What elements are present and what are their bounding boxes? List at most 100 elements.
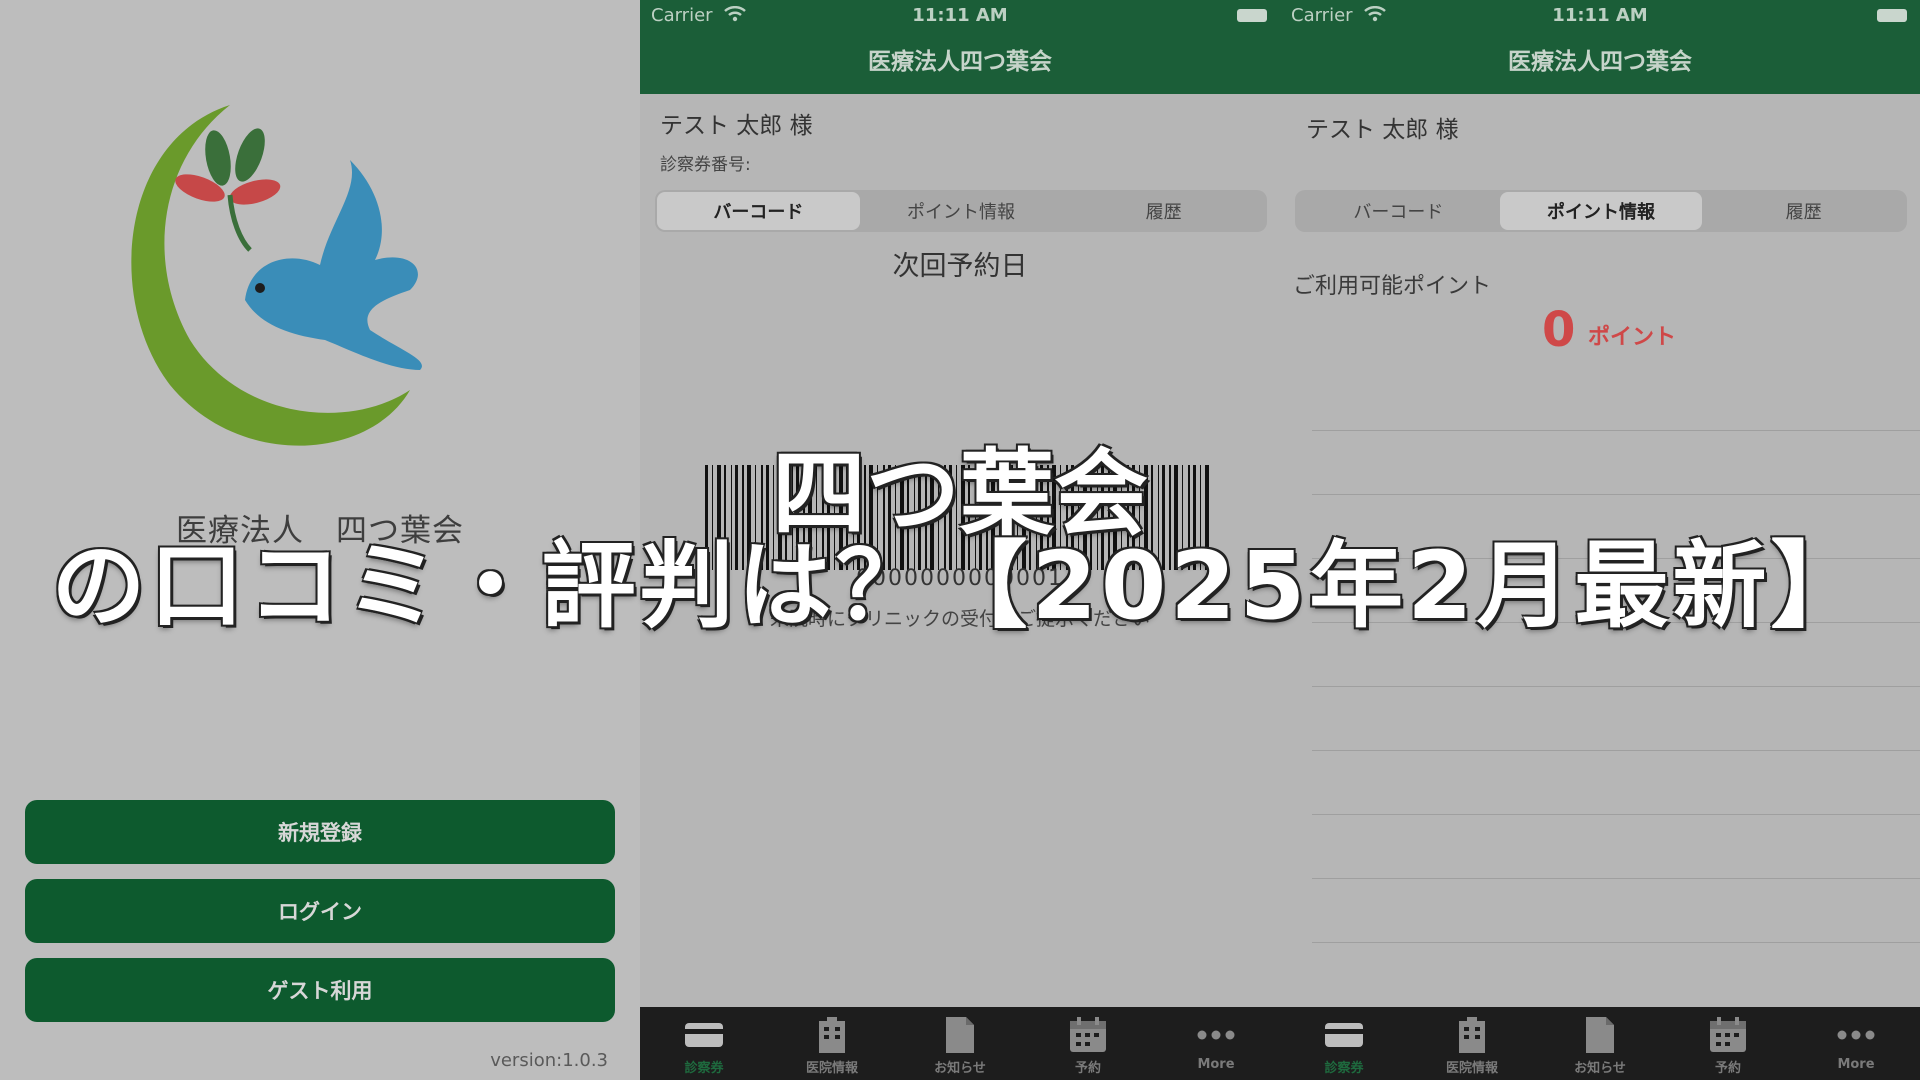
divider xyxy=(1312,494,1920,495)
barcode-stripe xyxy=(999,465,1000,570)
tab-card[interactable]: 診察券 xyxy=(640,1007,768,1080)
guest-button[interactable]: ゲスト利用 xyxy=(25,958,615,1022)
barcode-stripe xyxy=(1017,465,1018,570)
barcode-stripe xyxy=(761,465,763,570)
barcode-stripe xyxy=(1036,465,1037,570)
barcode-stripe xyxy=(1071,465,1074,570)
barcode-stripe xyxy=(1205,465,1209,570)
segment-history[interactable]: 履歴 xyxy=(1702,192,1905,230)
barcode-stripe xyxy=(808,465,812,570)
barcode-stripe xyxy=(1113,465,1117,570)
barcode-stripe xyxy=(705,465,708,570)
barcode-stripe xyxy=(1144,465,1148,570)
clock: 11:11 AM xyxy=(1552,5,1648,26)
barcode-stripe xyxy=(792,465,793,570)
divider xyxy=(1312,942,1920,943)
tab-card[interactable]: 診察券 xyxy=(1280,1007,1408,1080)
divider xyxy=(1312,622,1920,623)
more-icon xyxy=(1836,1017,1876,1053)
tab-reservation[interactable]: 予約 xyxy=(1024,1007,1152,1080)
status-bar: Carrier 11:11 AM xyxy=(1280,0,1920,30)
barcode-stripe xyxy=(1022,465,1026,570)
barcode-stripe xyxy=(944,465,946,570)
barcode-stripe xyxy=(1127,465,1129,570)
barcode-stripe xyxy=(827,465,830,570)
barcode-stripe xyxy=(747,465,751,570)
welcome-screen: 医療法人 四つ葉会 新規登録 ログイン ゲスト利用 version:1.0.3 xyxy=(0,0,640,1080)
tab-clinic-info[interactable]: 医院情報 xyxy=(1408,1007,1536,1080)
barcode-stripe xyxy=(930,465,934,570)
barcode-stripe xyxy=(1108,465,1110,570)
barcode-stripe xyxy=(877,465,878,570)
barcode-stripe xyxy=(853,465,854,570)
barcode-stripe xyxy=(1200,465,1201,570)
barcode-stripe xyxy=(979,465,982,570)
barcode-stripe xyxy=(1005,465,1007,570)
barcode-stripe xyxy=(1139,465,1140,570)
barcode-stripe xyxy=(1174,465,1178,570)
tab-reservation[interactable]: 予約 xyxy=(1664,1007,1792,1080)
segment-barcode[interactable]: バーコード xyxy=(1297,192,1500,230)
barcode-stripe xyxy=(1188,465,1190,570)
segment-points[interactable]: ポイント情報 xyxy=(860,192,1063,230)
barcode-stripe xyxy=(1047,465,1049,570)
segment-barcode[interactable]: バーコード xyxy=(657,192,860,230)
register-button[interactable]: 新規登録 xyxy=(25,800,615,864)
points-unit: ポイント xyxy=(1588,325,1677,350)
barcode-stripe xyxy=(1169,465,1171,570)
barcode-stripe xyxy=(925,465,927,570)
login-button[interactable]: ログイン xyxy=(25,879,615,943)
barcode-stripe xyxy=(869,465,873,570)
tab-more[interactable]: More xyxy=(1152,1007,1280,1080)
barcode-stripe xyxy=(742,465,744,570)
barcode-stripe xyxy=(968,465,970,570)
divider xyxy=(1312,814,1920,815)
barcode-stripe xyxy=(755,465,756,570)
more-icon xyxy=(1196,1017,1236,1053)
nav-title: 医療法人四つ葉会 xyxy=(1280,30,1920,94)
document-icon xyxy=(1580,1017,1620,1053)
barcode-stripe xyxy=(1097,465,1098,570)
user-name: テスト 太郎 様 xyxy=(660,113,813,139)
barcode-stripe xyxy=(846,465,848,570)
barcode-stripe xyxy=(949,465,952,570)
battery-icon xyxy=(1877,9,1907,22)
segment-points[interactable]: ポイント情報 xyxy=(1499,192,1703,230)
tab-more[interactable]: More xyxy=(1792,1007,1920,1080)
divider xyxy=(1312,878,1920,879)
points-value: 0 xyxy=(1542,302,1576,358)
barcode-stripe xyxy=(803,465,805,570)
barcode-stripe xyxy=(1029,465,1031,570)
barcode-stripe xyxy=(1060,465,1061,570)
barcode-stripe xyxy=(895,465,896,570)
tab-news[interactable]: お知らせ xyxy=(1536,1007,1664,1080)
barcode-stripe xyxy=(900,465,904,570)
barcode-stripe xyxy=(1132,465,1135,570)
next-reservation-label: 次回予約日 xyxy=(892,251,1028,282)
battery-icon xyxy=(1237,9,1267,22)
barcode-stripe xyxy=(773,465,774,570)
barcode-stripe xyxy=(766,465,769,570)
barcode-note: 来院時にクリニックの受付でご提示ください xyxy=(769,608,1150,630)
barcode-stripe xyxy=(816,465,817,570)
barcode-stripe xyxy=(785,465,787,570)
barcode-screen: Carrier 11:11 AM 医療法人四つ葉会 テスト 太郎 様 診察券番号… xyxy=(640,0,1280,1080)
org-name: 医療法人 四つ葉会 xyxy=(176,513,464,549)
tab-news[interactable]: お知らせ xyxy=(896,1007,1024,1080)
barcode-stripe xyxy=(839,465,843,570)
tab-clinic-info[interactable]: 医院情報 xyxy=(768,1007,896,1080)
clock: 11:11 AM xyxy=(912,5,1008,26)
barcode-stripe xyxy=(1121,465,1122,570)
card-icon xyxy=(1324,1017,1364,1053)
card-icon xyxy=(684,1017,724,1053)
barcode-stripe xyxy=(975,465,976,570)
barcode-stripe xyxy=(1083,465,1087,570)
barcode-stripe xyxy=(731,465,732,570)
barcode-stripe xyxy=(1040,465,1043,570)
available-points-label: ご利用可能ポイント xyxy=(1293,274,1492,299)
barcode-stripe xyxy=(735,465,738,570)
barcode-stripe xyxy=(961,465,965,570)
barcode-stripe xyxy=(1010,465,1013,570)
segment-history[interactable]: 履歴 xyxy=(1062,192,1265,230)
barcode-stripe xyxy=(1158,465,1159,570)
